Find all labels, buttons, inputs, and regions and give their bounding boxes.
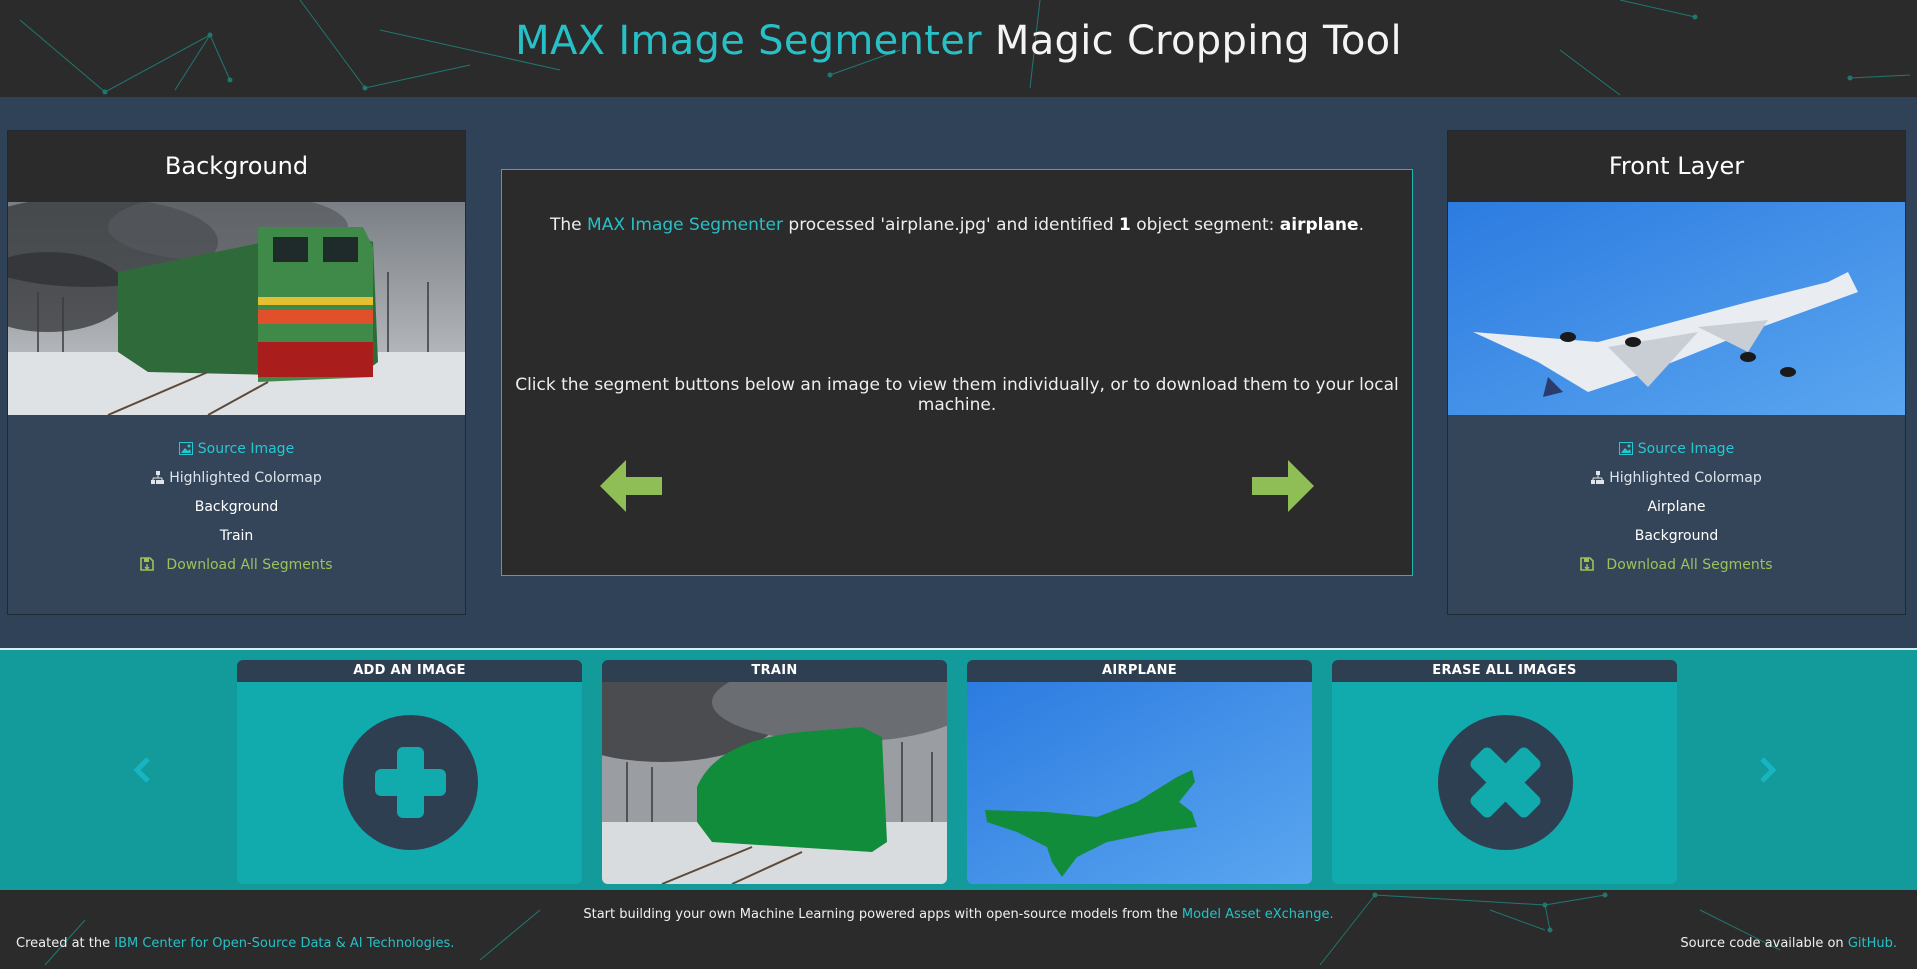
network-background-decoration — [44, 892, 1781, 966]
source-image-label: Source Image — [1637, 441, 1735, 457]
status-text: object segment: — [1130, 215, 1280, 235]
footer-text: Created at the — [16, 936, 115, 951]
footer-created: Created at the IBM Center for Open-Sourc… — [16, 936, 454, 951]
download-icon — [1580, 557, 1595, 571]
arrow-left-icon — [600, 460, 662, 512]
image-icon — [178, 442, 193, 455]
train-segment-button[interactable]: Train — [8, 522, 465, 551]
image-icon — [1618, 442, 1633, 455]
background-panel: Background Source Image Highlighted Colo… — [7, 130, 466, 615]
app-header: MAX Image Segmenter Magic Cropping Tool — [0, 0, 1917, 97]
sitemap-icon — [1591, 471, 1605, 484]
colormap-label: Highlighted Colormap — [169, 470, 322, 486]
front-download-link[interactable]: Download All Segments — [1448, 551, 1905, 580]
train-card[interactable]: TRAIN — [602, 660, 947, 884]
download-label: Download All Segments — [166, 557, 333, 573]
footer-tagline: Start building your own Machine Learning… — [0, 907, 1917, 922]
segment-name: airplane — [1279, 215, 1359, 235]
add-image-card[interactable]: ADD AN IMAGE — [237, 660, 582, 884]
footer-source: Source code available on GitHub. — [1680, 936, 1897, 951]
download-label: Download All Segments — [1606, 557, 1773, 573]
close-icon — [1470, 747, 1541, 818]
erase-all-card[interactable]: ERASE ALL IMAGES — [1332, 660, 1677, 884]
arrow-right-icon — [1252, 460, 1314, 512]
background-segment-links: Source Image Highlighted Colormap Backgr… — [8, 415, 465, 580]
title-segmenter: Image Segmenter — [618, 18, 982, 64]
plus-icon — [375, 747, 446, 818]
front-layer-image — [1448, 202, 1905, 415]
github-link[interactable]: GitHub. — [1848, 936, 1897, 951]
model-asset-exchange-link[interactable]: Model Asset eXchange. — [1182, 907, 1334, 922]
card-title: TRAIN — [602, 660, 947, 682]
model-name: MAX Image Segmenter — [587, 215, 783, 235]
codait-link[interactable]: IBM Center for Open-Source Data & AI Tec… — [114, 936, 454, 951]
erase-circle — [1438, 715, 1573, 850]
background-download-link[interactable]: Download All Segments — [8, 551, 465, 580]
front-layer-segment-links: Source Image Highlighted Colormap Airpla… — [1448, 415, 1905, 580]
background-panel-title: Background — [8, 131, 465, 202]
status-text: processed 'airplane.jpg' and identified — [783, 215, 1120, 235]
segment-count: 1 — [1119, 215, 1131, 235]
front-layer-panel-title: Front Layer — [1448, 131, 1905, 202]
status-box: The MAX Image Segmenter processed 'airpl… — [501, 169, 1413, 576]
airplane-segment-button[interactable]: Airplane — [1448, 493, 1905, 522]
card-title: ERASE ALL IMAGES — [1332, 660, 1677, 682]
footer-text: Source code available on — [1680, 936, 1848, 951]
background-colormap-link[interactable]: Highlighted Colormap — [8, 464, 465, 493]
status-text: The — [550, 215, 588, 235]
status-message: The MAX Image Segmenter processed 'airpl… — [502, 215, 1412, 235]
carousel-prev-button[interactable] — [132, 755, 152, 793]
image-carousel: ADD AN IMAGE TRAIN AIRPLANE ERASE ALL IM… — [0, 648, 1917, 890]
background-segment-button[interactable]: Background — [8, 493, 465, 522]
airplane-card[interactable]: AIRPLANE — [967, 660, 1312, 884]
background-segment-button[interactable]: Background — [1448, 522, 1905, 551]
background-source-image-link[interactable]: Source Image — [8, 435, 465, 464]
front-colormap-link[interactable]: Highlighted Colormap — [1448, 464, 1905, 493]
sitemap-icon — [151, 471, 165, 484]
chevron-right-icon — [1760, 757, 1777, 783]
chevron-left-icon — [133, 757, 150, 783]
add-circle — [343, 715, 478, 850]
title-max: MAX — [515, 18, 606, 64]
card-title: ADD AN IMAGE — [237, 660, 582, 682]
instructions-text: Click the segment buttons below an image… — [515, 375, 1399, 415]
carousel-next-button[interactable] — [1758, 755, 1778, 793]
airplane-mask-image — [967, 682, 1312, 884]
main-area: Background Source Image Highlighted Colo… — [0, 97, 1917, 648]
download-icon — [140, 557, 155, 571]
front-source-image-link[interactable]: Source Image — [1448, 435, 1905, 464]
footer-text: Start building your own Machine Learning… — [583, 907, 1182, 922]
background-image — [8, 202, 465, 415]
colormap-label: Highlighted Colormap — [1609, 470, 1762, 486]
page-footer: Start building your own Machine Learning… — [0, 890, 1917, 969]
train-mask-image — [602, 662, 947, 884]
card-title: AIRPLANE — [967, 660, 1312, 682]
source-image-label: Source Image — [197, 441, 295, 457]
title-rest: Magic Cropping Tool — [994, 18, 1402, 64]
page-title: MAX Image Segmenter Magic Cropping Tool — [0, 18, 1917, 64]
front-layer-panel: Front Layer Source Image Highlighted Col… — [1447, 130, 1906, 615]
status-text: . — [1358, 215, 1364, 235]
